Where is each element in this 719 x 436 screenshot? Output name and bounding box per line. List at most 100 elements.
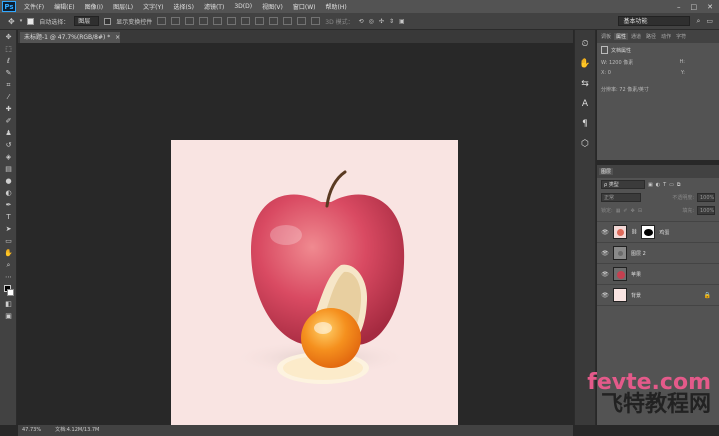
x-value[interactable]: 0 (608, 70, 611, 76)
type-icon[interactable]: T (3, 213, 14, 222)
shape-icon[interactable]: ▭ (3, 237, 14, 246)
filter-shape-icon[interactable]: ▭ (669, 182, 674, 188)
zoom-level[interactable]: 47.73% (22, 425, 41, 436)
hand-icon[interactable]: ✋ (3, 249, 14, 258)
3d-rotate-icon[interactable]: ⟲ (359, 18, 364, 25)
align-bottom-icon[interactable] (185, 17, 195, 25)
3d-roll-icon[interactable]: ◎ (369, 18, 374, 25)
tab-paths[interactable]: 路径 (644, 33, 658, 40)
visibility-eye-icon[interactable]: 👁 (601, 271, 609, 278)
menu-file[interactable]: 文件(F) (19, 2, 49, 11)
distribute-left-icon[interactable] (283, 17, 293, 25)
auto-select-checkbox[interactable] (27, 17, 35, 25)
tab-channels[interactable]: 通道 (629, 33, 643, 40)
character-icon[interactable]: A (579, 98, 591, 110)
tab-layers[interactable]: 图层 (599, 168, 614, 175)
tab-actions[interactable]: 动作 (659, 33, 673, 40)
color-swatches-icon[interactable] (3, 285, 14, 297)
layer-row-background[interactable]: 👁 背景 🔒 (597, 285, 719, 306)
distribute-right-icon[interactable] (311, 17, 321, 25)
3d-scale-icon[interactable]: ▣ (399, 18, 405, 25)
visibility-eye-icon[interactable]: 👁 (601, 250, 609, 257)
auto-select-dropdown[interactable]: 图层 (74, 16, 100, 26)
share-icon[interactable]: ▭ (706, 17, 713, 25)
search-icon[interactable]: ⌕ (696, 17, 700, 26)
filter-adjust-icon[interactable]: ◐ (656, 182, 660, 188)
lock-paint-icon[interactable]: ✐ (623, 208, 627, 214)
menu-filter[interactable]: 滤镜(T) (199, 2, 229, 11)
workspace-dropdown[interactable]: 基本功能 (618, 16, 691, 26)
lock-transparent-icon[interactable]: ▦ (616, 208, 621, 214)
document-tab[interactable]: 未标题-1 @ 47.7%(RGB/8#) * × (20, 32, 120, 43)
show-transform-checkbox[interactable] (104, 17, 112, 25)
align-top-icon[interactable] (157, 17, 167, 25)
distribute-vcenter-icon[interactable] (255, 17, 265, 25)
gradient-icon[interactable]: ▤ (3, 165, 14, 174)
menu-select[interactable]: 选择(S) (168, 2, 199, 11)
hand-panel-icon[interactable]: ✋ (579, 58, 591, 70)
visibility-eye-icon[interactable]: 👁 (601, 292, 609, 299)
quick-mask-icon[interactable]: ◧ (3, 300, 14, 309)
move-tool-icon[interactable]: ✥ (8, 17, 15, 26)
menu-layer[interactable]: 图层(L) (108, 2, 138, 11)
tab-swatches[interactable]: 调板 (599, 33, 613, 40)
3d-slide-icon[interactable]: ⇕ (389, 18, 394, 25)
quick-select-icon[interactable]: ✎ (3, 69, 14, 78)
eyedropper-icon[interactable]: ⁄ (3, 93, 14, 102)
crop-icon[interactable]: ⌗ (3, 81, 14, 90)
lasso-icon[interactable]: ℓ (3, 57, 14, 66)
fill-field[interactable]: 100% (697, 206, 715, 215)
distribute-top-icon[interactable] (241, 17, 251, 25)
minimize-button[interactable]: – (677, 3, 681, 11)
pen-icon[interactable]: ✒ (3, 201, 14, 210)
dodge-icon[interactable]: ◐ (3, 189, 14, 198)
filter-smart-icon[interactable]: ⧉ (677, 182, 681, 188)
move-icon[interactable]: ✥ (3, 33, 14, 42)
distribute-bottom-icon[interactable] (269, 17, 279, 25)
opacity-field[interactable]: 100% (697, 193, 715, 202)
align-hcenter-icon[interactable] (213, 17, 223, 25)
eraser-icon[interactable]: ◈ (3, 153, 14, 162)
close-button[interactable]: ✕ (707, 3, 713, 11)
canvas-area[interactable] (18, 43, 573, 426)
menu-view[interactable]: 视图(V) (257, 2, 288, 11)
blur-icon[interactable]: ● (3, 177, 14, 186)
3d-icon[interactable]: ⬡ (579, 138, 591, 150)
tab-character[interactable]: 字符 (674, 33, 688, 40)
lock-move-icon[interactable]: ✥ (631, 208, 635, 214)
chain-link-icon[interactable]: ⛓ (631, 229, 637, 235)
marquee-icon[interactable]: ⬚ (3, 45, 14, 54)
close-tab-icon[interactable]: × (115, 34, 120, 41)
paragraph-icon[interactable]: ¶ (579, 118, 591, 130)
document-canvas[interactable] (171, 140, 458, 426)
layer-mask-thumbnail[interactable] (641, 225, 656, 239)
align-vcenter-icon[interactable] (171, 17, 181, 25)
menu-image[interactable]: 图像(I) (80, 2, 108, 11)
layer-row-apple[interactable]: 👁 苹果 (597, 264, 719, 285)
zoom-icon[interactable]: ⌕ (3, 261, 14, 270)
history-icon[interactable]: ⏲ (579, 38, 591, 50)
menu-3d[interactable]: 3D(D) (229, 3, 257, 10)
maximize-button[interactable]: □ (691, 3, 698, 11)
path-select-icon[interactable]: ➤ (3, 225, 14, 234)
menu-edit[interactable]: 编辑(E) (49, 2, 79, 11)
distribute-hcenter-icon[interactable] (297, 17, 307, 25)
layer-row-layer2[interactable]: 👁 图层 2 (597, 243, 719, 264)
brush-icon[interactable]: ✐ (3, 117, 14, 126)
blend-mode-dropdown[interactable]: 正常 (601, 193, 641, 202)
filter-type-icon[interactable]: T (663, 182, 666, 188)
menu-help[interactable]: 帮助(H) (321, 2, 352, 11)
stamp-icon[interactable]: ♟ (3, 129, 14, 138)
adjust-icon[interactable]: ⇆ (579, 78, 591, 90)
layer-kind-filter[interactable]: ρ 类型 (601, 180, 645, 189)
more-icon[interactable]: ⋯ (3, 273, 14, 282)
screen-mode-icon[interactable]: ▣ (3, 312, 14, 321)
visibility-eye-icon[interactable]: 👁 (601, 229, 609, 236)
history-brush-icon[interactable]: ↺ (3, 141, 14, 150)
width-value[interactable]: 1200 像素 (609, 60, 633, 66)
menu-type[interactable]: 文字(Y) (138, 2, 168, 11)
align-right-icon[interactable] (227, 17, 237, 25)
menu-window[interactable]: 窗口(W) (288, 2, 321, 11)
3d-drag-icon[interactable]: ✣ (379, 18, 384, 25)
align-left-icon[interactable] (199, 17, 209, 25)
